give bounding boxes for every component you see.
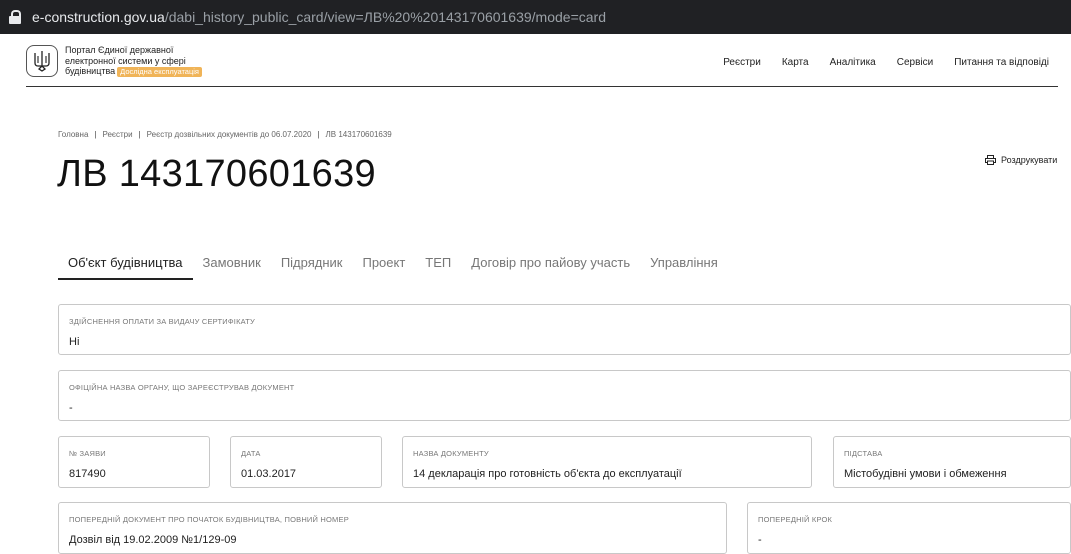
url-text[interactable]: e-construction.gov.ua/dabi_history_publi… <box>32 9 606 25</box>
breadcrumb-registries[interactable]: Реєстри <box>102 130 132 139</box>
nav-faq[interactable]: Питання та відповіді <box>954 57 1049 68</box>
portal-line-3: будівництва <box>65 66 116 76</box>
page-title: ЛВ 143170601639 <box>57 153 376 195</box>
tab-project[interactable]: Проект <box>352 250 415 280</box>
field-value: Ні <box>69 336 80 348</box>
nav-services[interactable]: Сервіси <box>897 57 933 68</box>
field-label: № заяви <box>69 449 106 458</box>
field-label: Офіційна назва органу, що зареєстрував д… <box>69 383 295 392</box>
tab-tep[interactable]: ТЕП <box>415 250 461 280</box>
field-application-no: № заяви 817490 <box>58 436 210 488</box>
field-value: 01.03.2017 <box>241 468 297 480</box>
tabs: Об'єкт будівництва Замовник Підрядник Пр… <box>58 250 728 280</box>
nav-registries[interactable]: Реєстри <box>723 57 761 68</box>
field-label: Назва документу <box>413 449 489 458</box>
tab-construction-object[interactable]: Об'єкт будівництва <box>58 250 193 280</box>
field-document-name: Назва документу 14 декларація про готовн… <box>402 436 812 488</box>
url-path: /dabi_history_public_card/view=ЛВ%20%201… <box>164 9 606 25</box>
breadcrumb-home[interactable]: Головна <box>58 130 88 139</box>
portal-line-2: електронної системи у сфері <box>65 55 186 66</box>
field-label: Попередній крок <box>758 515 833 524</box>
field-authority: Офіційна назва органу, що зареєстрував д… <box>58 370 1071 421</box>
breadcrumb-separator: | <box>138 130 141 139</box>
trident-logo-icon[interactable] <box>26 45 58 77</box>
tab-contractor[interactable]: Підрядник <box>271 250 353 280</box>
field-label: Попередній документ про початок будівниц… <box>69 515 349 524</box>
field-payment: Здійснення оплати за видачу сертифікату … <box>58 304 1071 355</box>
printer-icon <box>985 155 996 165</box>
field-previous-document: Попередній документ про початок будівниц… <box>58 502 727 554</box>
field-value: Дозвіл від 19.02.2009 №1/129-09 <box>69 534 237 546</box>
tab-customer[interactable]: Замовник <box>193 250 271 280</box>
breadcrumb-registry[interactable]: Реєстр дозвільних документів до 06.07.20… <box>147 130 312 139</box>
field-value: Містобудівні умови і обмеження <box>844 468 1007 480</box>
breadcrumb-current: ЛВ 143170601639 <box>325 130 392 139</box>
lock-icon[interactable] <box>9 10 21 24</box>
field-value: 817490 <box>69 468 106 480</box>
field-basis: Підстава Містобудівні умови і обмеження <box>833 436 1071 488</box>
nav-map[interactable]: Карта <box>782 57 809 68</box>
portal-line-1: Портал Єдиної державної <box>65 45 174 55</box>
print-button[interactable]: Роздрукувати <box>985 155 1057 165</box>
breadcrumb: Головна | Реєстри | Реєстр дозвільних до… <box>58 130 392 139</box>
field-label: Дата <box>241 449 261 458</box>
field-label: Підстава <box>844 449 883 458</box>
field-value: - <box>758 534 762 546</box>
portal-name: Портал Єдиної державної електронної сист… <box>65 45 235 77</box>
breadcrumb-separator: | <box>317 130 320 139</box>
beta-badge: Дослідна експлуатація <box>117 67 202 77</box>
tab-share-contract[interactable]: Договір про пайову участь <box>461 250 640 280</box>
field-previous-step: Попередній крок - <box>747 502 1071 554</box>
field-value: 14 декларація про готовність об'єкта до … <box>413 468 682 480</box>
main-nav: Реєстри Карта Аналітика Сервіси Питання … <box>723 57 1049 68</box>
nav-analytics[interactable]: Аналітика <box>830 57 876 68</box>
print-label: Роздрукувати <box>1001 155 1058 165</box>
site-header: Портал Єдиної державної електронної сист… <box>26 40 1058 87</box>
browser-address-bar[interactable]: e-construction.gov.ua/dabi_history_publi… <box>0 0 1071 34</box>
field-date: Дата 01.03.2017 <box>230 436 382 488</box>
field-value: - <box>69 402 73 414</box>
breadcrumb-separator: | <box>94 130 97 139</box>
url-domain: e-construction.gov.ua <box>32 9 165 25</box>
field-label: Здійснення оплати за видачу сертифікату <box>69 317 255 326</box>
tab-management[interactable]: Управління <box>640 250 728 280</box>
